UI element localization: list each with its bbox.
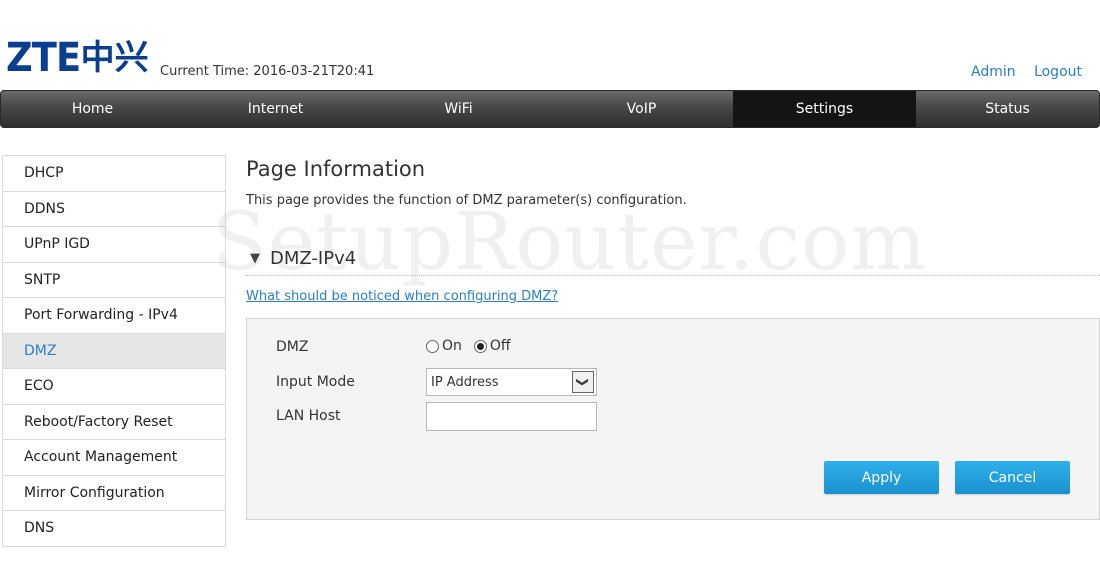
page-title: Page Information: [246, 157, 426, 181]
sidebar-item-dhcp[interactable]: DHCP: [3, 156, 225, 192]
input-mode-value: IP Address: [431, 374, 499, 390]
logo-text: ZTE: [6, 35, 81, 81]
page-description: This page provides the function of DMZ p…: [246, 193, 687, 208]
cancel-button[interactable]: Cancel: [955, 461, 1070, 494]
nav-settings[interactable]: Settings: [733, 91, 916, 127]
nav-home[interactable]: Home: [1, 91, 184, 127]
zte-logo: ZTE 中兴: [6, 36, 149, 80]
sidebar-item-account-management[interactable]: Account Management: [3, 440, 225, 476]
nav-internet[interactable]: Internet: [184, 91, 367, 127]
main-nav: Home Internet WiFi VoIP Settings Status: [0, 90, 1100, 128]
nav-voip[interactable]: VoIP: [550, 91, 733, 127]
dmz-off-label[interactable]: Off: [490, 338, 511, 354]
sidebar-item-reboot-factory-reset[interactable]: Reboot/Factory Reset: [3, 404, 225, 440]
sidebar-item-upnp-igd[interactable]: UPnP IGD: [3, 227, 225, 263]
nav-wifi[interactable]: WiFi: [367, 91, 550, 127]
dmz-on-label[interactable]: On: [442, 338, 462, 354]
input-mode-label: Input Mode: [276, 374, 355, 390]
collapse-triangle-icon[interactable]: ▼: [250, 251, 260, 266]
sidebar-item-dns[interactable]: DNS: [3, 511, 225, 547]
dmz-on-radio[interactable]: [426, 339, 439, 353]
sidebar-item-ddns[interactable]: DDNS: [3, 191, 225, 227]
chevron-down-icon[interactable]: ❯: [572, 371, 594, 393]
sidebar-item-sntp[interactable]: SNTP: [3, 262, 225, 298]
logout-link[interactable]: Logout: [1034, 64, 1082, 80]
sidebar-item-port-forwarding[interactable]: Port Forwarding - IPv4: [3, 298, 225, 334]
dmz-form-panel: DMZ On Off Input Mode IP Address ❯ LAN H…: [246, 318, 1100, 520]
section-title: DMZ-IPv4: [270, 248, 357, 269]
nav-status[interactable]: Status: [916, 91, 1099, 127]
sidebar: DHCP DDNS UPnP IGD SNTP Port Forwarding …: [2, 155, 226, 547]
input-mode-select[interactable]: IP Address ❯: [426, 368, 597, 396]
sidebar-item-eco[interactable]: ECO: [3, 369, 225, 405]
header-links: Admin Logout: [957, 64, 1082, 80]
logo-chinese-text: 中兴: [80, 38, 149, 78]
section-header-dmz-ipv4[interactable]: ▼ DMZ-IPv4: [246, 242, 1100, 276]
dmz-off-radio[interactable]: [473, 339, 487, 353]
sidebar-item-dmz[interactable]: DMZ: [3, 333, 225, 369]
current-time: Current Time: 2016-03-21T20:41: [160, 64, 375, 79]
apply-button[interactable]: Apply: [824, 461, 939, 494]
dmz-radio-group: On Off: [426, 338, 523, 354]
sidebar-item-mirror-configuration[interactable]: Mirror Configuration: [3, 475, 225, 511]
dmz-label: DMZ: [276, 339, 309, 355]
admin-link[interactable]: Admin: [971, 64, 1016, 80]
lan-host-label: LAN Host: [276, 408, 341, 424]
help-link[interactable]: What should be noticed when configuring …: [246, 289, 558, 304]
lan-host-input[interactable]: [426, 402, 597, 431]
